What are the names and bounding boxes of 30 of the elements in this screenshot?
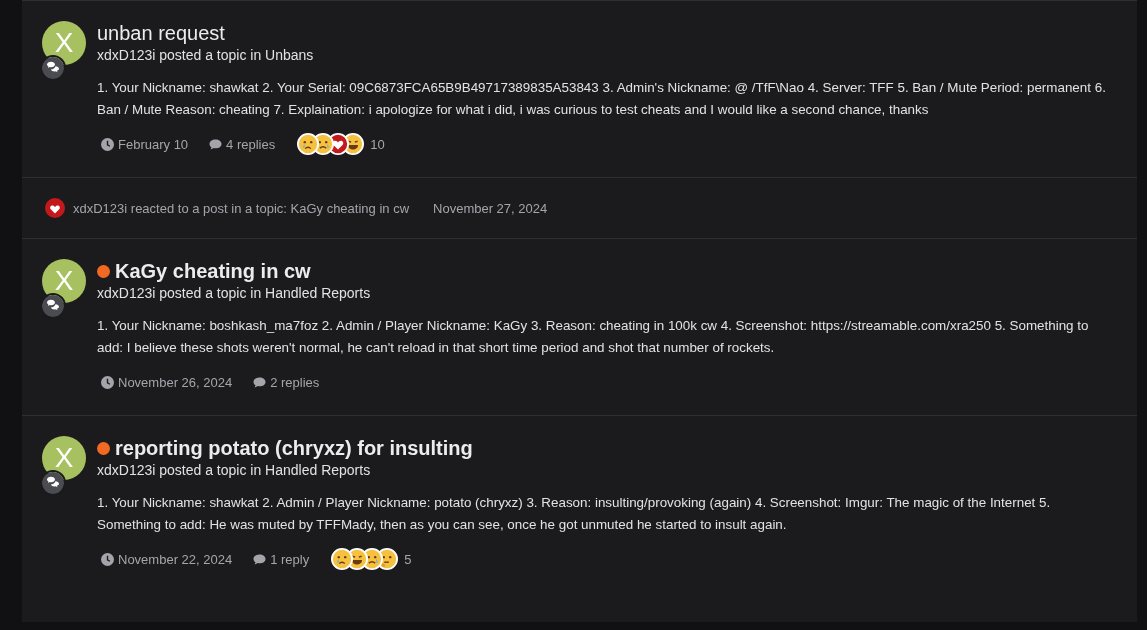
topic-title[interactable]: unban request: [97, 21, 225, 45]
clock-icon: [101, 375, 114, 389]
chat-bubbles-icon: [40, 55, 66, 81]
reply-count[interactable]: 4 replies: [226, 136, 276, 152]
clock-icon: [101, 552, 114, 566]
topic-byline: xdxD123i posted a topic in Handled Reports: [97, 284, 372, 303]
chat-bubbles-icon: [40, 293, 66, 319]
post-date: November 26, 2024: [118, 374, 233, 390]
post-date: February 10: [118, 136, 189, 152]
topic-excerpt: 1. Your Nickname: shawkat 2. Admin / Player Nickname: potato (chryxz) 3. Reason: insulting/provoking (again) 4. Screenshot: Imgur: The magic of the Internet 5. Something to add: He was muted by TFFMady, then as you can see, once he got unmuted he started to insult again.: [97, 494, 1052, 534]
reaction-count: 10: [370, 136, 385, 152]
chat-bubbles-icon: [40, 470, 66, 496]
clock-icon: [101, 137, 114, 151]
topic-excerpt: 1. Your Nickname: boshkash_ma7foz 2. Admin / Player Nickname: KaGy 3. Reason: cheating in 100k cw 4. Screenshot: https://streamable.com/xra250 5. Something to add: I believe these shots weren't normal, he can't reload in that short time period and shot that number of rockets.: [97, 317, 1090, 357]
activity-date: November 27, 2024: [433, 200, 548, 216]
topic-byline: xdxD123i posted a topic in Handled Reports: [97, 461, 372, 480]
topic-title[interactable]: KaGy cheating in cw: [115, 259, 311, 283]
emoji-face-icon: [297, 133, 320, 155]
reply-count[interactable]: 2 replies: [270, 374, 320, 390]
speech-bubble-icon: [253, 552, 267, 566]
emoji-face-icon: [331, 548, 354, 570]
topic-excerpt: 1. Your Nickname: shawkat 2. Your Serial: 09C6873FCA65B9B49717389835A53843 3. Admin's Nickname: @ /TfF\Nao 4. Server: TFF 5. Ban / Mute Period: permanent 6. Ban / Mute Reason: cheating 7. Explaination: i apologize for what i did, i was curious to test cheats and I would like a second chance, thanks: [97, 79, 1107, 119]
speech-bubble-icon: [209, 137, 223, 151]
speech-bubble-icon: [253, 375, 267, 389]
reply-count[interactable]: 1 reply: [270, 551, 310, 567]
topic-byline: xdxD123i posted a topic in Unbans: [97, 46, 315, 65]
activity-text: xdxD123i reacted to a post in a topic: KaGy cheating in cw: [73, 200, 410, 216]
reaction-count: 5: [404, 551, 412, 567]
topic-title[interactable]: reporting potato (chryxz) for insulting: [115, 436, 473, 460]
post-date: November 22, 2024: [118, 551, 233, 567]
